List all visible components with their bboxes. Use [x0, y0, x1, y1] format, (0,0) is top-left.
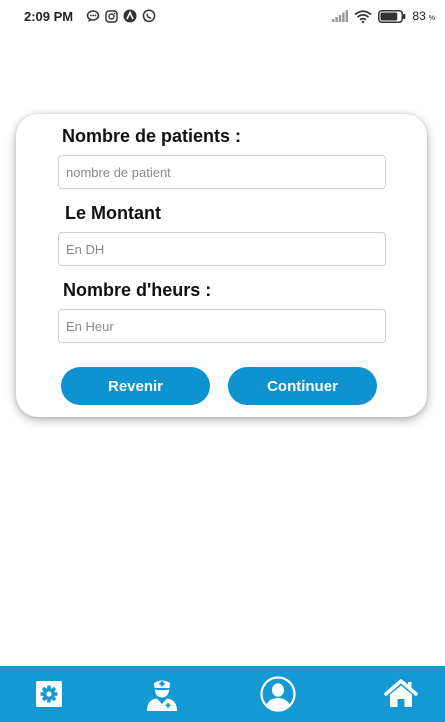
nurse-icon	[145, 677, 179, 711]
notification-icons	[86, 9, 156, 23]
battery-icon	[378, 9, 406, 23]
arc-app-icon	[123, 9, 137, 23]
instagram-icon	[105, 9, 118, 23]
amount-label: Le Montant	[65, 203, 161, 223]
nav-nurse[interactable]	[132, 666, 192, 722]
whatsapp-icon	[142, 9, 156, 23]
continue-button[interactable]: Continuer	[228, 367, 377, 405]
home-icon	[384, 679, 418, 709]
status-bar: 2:09 PM 83 %	[0, 0, 445, 32]
patients-input[interactable]	[58, 155, 386, 189]
nav-home[interactable]	[371, 666, 431, 722]
status-time: 2:09 PM	[24, 9, 74, 24]
settings-icon	[36, 681, 62, 707]
patients-label: Nombre de patients :	[62, 126, 242, 146]
chat-bubble-icon	[86, 10, 100, 22]
battery-unit: %	[428, 14, 435, 22]
bottom-nav	[0, 666, 445, 722]
nav-settings[interactable]	[19, 666, 79, 722]
system-icons: 83 %	[332, 9, 435, 23]
amount-input[interactable]	[58, 232, 386, 266]
back-button[interactable]: Revenir	[61, 367, 210, 405]
hours-label: Nombre d'heurs :	[63, 280, 212, 300]
profile-icon	[260, 676, 296, 712]
wifi-icon	[354, 9, 372, 23]
form-card: Nombre de patients : Le Montant Nombre d…	[16, 114, 427, 417]
battery-fill	[380, 12, 398, 20]
nav-profile[interactable]	[248, 666, 308, 722]
hours-input[interactable]	[58, 309, 386, 343]
signal-icon	[332, 10, 349, 22]
battery-percentage: 83	[412, 9, 426, 23]
